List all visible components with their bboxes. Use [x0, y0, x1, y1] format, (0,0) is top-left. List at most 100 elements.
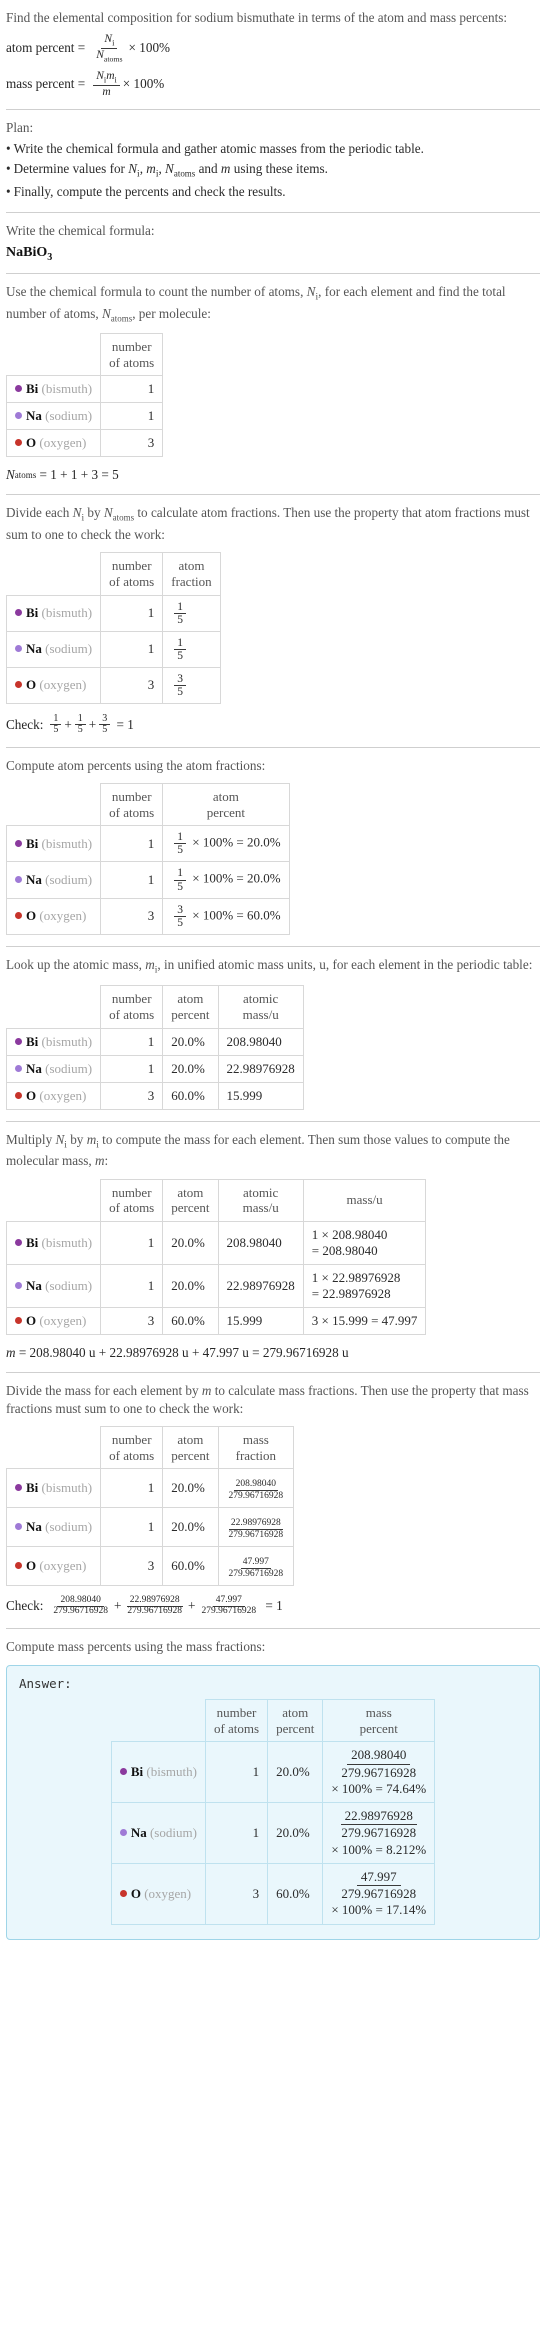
- atom-percent-na: 20.0%: [162, 1507, 219, 1548]
- molecular-mass-section: Multiply Ni by mi to compute the mass fo…: [5, 1122, 540, 1372]
- fraction: 3 5: [174, 673, 186, 698]
- atom-count-na: 1: [100, 402, 164, 431]
- prompt-post: , in unified atomic mass units, u, for e…: [157, 956, 533, 972]
- header-line-2: fraction: [171, 573, 212, 589]
- header-line-1: atom: [212, 789, 239, 805]
- header-atom-percent: atom percent: [162, 1426, 219, 1470]
- table-row: O (oxygen) 3 60.0% 47.997 279.96716928: [5, 1546, 295, 1586]
- table-row: Bi (bismuth) 1 15 × 100% = 20.0%: [5, 825, 290, 863]
- mass-fraction-prompt: Divide the mass for each element by m to…: [6, 1382, 540, 1418]
- element-color-dot-icon: [15, 1562, 22, 1570]
- fraction: 47.997 279.96716928: [227, 1557, 286, 1580]
- atom-count-na: 1: [100, 1263, 164, 1308]
- var-natoms: N: [101, 306, 111, 322]
- atom-percent-o: 60.0%: [267, 1862, 324, 1925]
- fraction-numerator: 208.98040: [347, 1747, 411, 1765]
- element-symbol: Na: [26, 1519, 42, 1535]
- mass-fraction-check: Check: 208.98040 279.96716928 + 22.989769…: [6, 1595, 540, 1617]
- atom-count-section: Use the chemical formula to count the nu…: [5, 274, 540, 494]
- table-header-row: number of atoms atom percent atomic mass…: [6, 1178, 427, 1222]
- fraction-numerator: 22.98976928: [228, 1518, 283, 1531]
- fraction-denominator: 279.96716928: [341, 1764, 417, 1780]
- atom-percent-label: atom percent =: [6, 40, 86, 56]
- mass-expression-line-2: = 22.98976928: [311, 1285, 391, 1301]
- fraction: 15: [174, 867, 186, 893]
- element-color-dot-icon: [15, 412, 22, 420]
- table-row: Bi (bismuth) 1: [5, 375, 164, 404]
- header-atomic-mass: atomic mass/u: [217, 1178, 304, 1222]
- m-label: m: [6, 1344, 16, 1360]
- natoms-symbol: N: [96, 49, 104, 62]
- var-m: m: [146, 160, 156, 176]
- atom-count-o: 3: [100, 1546, 164, 1586]
- mass-calc-bi: 1 × 208.98040 = 208.98040: [302, 1220, 427, 1265]
- element-color-dot-icon: [15, 681, 22, 689]
- atomic-mass-bi: 208.98040: [217, 1027, 304, 1056]
- element-color-dot-icon: [15, 1091, 22, 1099]
- atomic-mass-o: 15.999: [217, 1306, 304, 1335]
- fraction-denominator: 279.96716928: [127, 1605, 183, 1616]
- element-cell-na: Na (sodium): [5, 1507, 102, 1548]
- mass-percent-formula: mass percent = Nimi m × 100%: [6, 70, 540, 98]
- fraction-denominator: 279.96716928: [341, 1886, 417, 1902]
- mass-percent-prompt: Compute mass percents using the mass fra…: [6, 1638, 266, 1654]
- atom-percent-bi: 20.0%: [162, 1468, 219, 1509]
- element-name: (sodium): [45, 641, 93, 657]
- atomic-mass-section: Look up the atomic mass, mi, in unified …: [5, 947, 540, 1121]
- atom-count-na: 1: [100, 630, 164, 668]
- check-result: = 1: [265, 1598, 283, 1614]
- corner-cell: [6, 1179, 102, 1222]
- mass-expression-line-1: 1 × 208.98040: [311, 1226, 388, 1242]
- atom-percent-section: Compute atom percents using the atom fra…: [5, 748, 540, 946]
- header-line-1: number: [111, 991, 152, 1007]
- atom-fraction-o: 3 5: [162, 666, 221, 704]
- header-line-1: number: [111, 789, 152, 805]
- corner-cell: [6, 985, 102, 1029]
- fraction-numerator: 22.98976928: [340, 1808, 417, 1826]
- prompt-pre: Divide the mass for each element by: [6, 1382, 202, 1398]
- molecular-mass-total: m = 208.98040 u + 22.98976928 u + 47.997…: [6, 1345, 540, 1361]
- element-name: (oxygen): [39, 1312, 87, 1328]
- check-label: Check:: [6, 716, 44, 732]
- header-line-1: number: [111, 1432, 152, 1448]
- n-symbol-2: N: [96, 69, 104, 82]
- element-name: (oxygen): [39, 435, 87, 451]
- prompt-pre: Look up the atomic mass,: [6, 956, 146, 972]
- element-symbol: O: [130, 1885, 141, 1901]
- element-color-dot-icon: [119, 1768, 127, 1776]
- element-name: (sodium): [45, 872, 93, 888]
- element-name: (bismuth): [41, 381, 93, 397]
- header-line-2: percent: [206, 804, 246, 820]
- mass-fraction-section: Divide the mass for each element by m to…: [5, 1373, 540, 1628]
- element-symbol: Bi: [130, 1764, 144, 1780]
- fraction-numerator: 47.997: [240, 1557, 271, 1570]
- prompt-mid: by: [66, 1131, 87, 1147]
- atom-percent-o: 60.0%: [162, 1546, 219, 1586]
- header-line-2: of atoms: [109, 573, 155, 589]
- prompt-pre: Multiply: [6, 1131, 56, 1147]
- element-color-dot-icon: [15, 609, 22, 617]
- fraction-numerator: 208.98040: [233, 1479, 279, 1492]
- element-name: (sodium): [45, 1277, 93, 1293]
- fraction: 1 5: [174, 601, 186, 626]
- chemical-formula-section: Write the chemical formula: NaBiO3: [6, 213, 540, 273]
- bullet-icon: •: [6, 183, 11, 199]
- atom-percent-bi: 20.0%: [267, 1741, 324, 1804]
- header-number-of-atoms: number of atoms: [100, 333, 164, 377]
- element-cell-o: O (oxygen): [5, 897, 102, 935]
- fraction-denominator: 279.96716928: [201, 1605, 257, 1616]
- atom-count-bi: 1: [100, 1468, 164, 1509]
- element-symbol: Na: [26, 1277, 42, 1293]
- fraction-denominator: 5: [177, 613, 183, 626]
- m-symbol: m: [106, 69, 115, 82]
- question-section: Find the elemental composition for sodiu…: [6, 0, 540, 109]
- element-cell-bi: Bi (bismuth): [5, 825, 102, 863]
- plan-item-3-text: Finally, compute the percents and check …: [13, 183, 286, 199]
- header-line-2: of atoms: [109, 1007, 155, 1023]
- corner-cell: [6, 1426, 102, 1470]
- mass-percent-bi: 208.98040 279.96716928 × 100% = 74.64%: [322, 1741, 436, 1804]
- mass-calc-na: 1 × 22.98976928 = 22.98976928: [302, 1263, 427, 1308]
- atom-count-o: 3: [100, 897, 164, 935]
- element-color-dot-icon: [15, 839, 22, 847]
- element-symbol: Na: [26, 872, 42, 888]
